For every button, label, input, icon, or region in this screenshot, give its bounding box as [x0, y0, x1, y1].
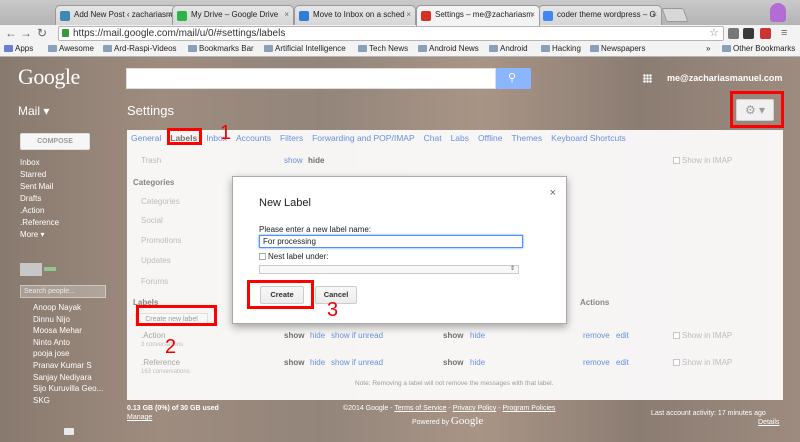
browser-tab[interactable]: Move to Inbox on a sched × — [294, 5, 416, 25]
annotation-box-create-label — [136, 305, 217, 326]
browser-tab-active[interactable]: Settings – me@zachariasm × — [416, 5, 540, 26]
close-tab-icon[interactable]: × — [652, 10, 657, 19]
nest-label-checkbox[interactable] — [259, 253, 266, 260]
bookmark-item[interactable]: Bookmarks Bar — [188, 44, 254, 53]
bookmark-item[interactable]: Android News — [418, 44, 479, 53]
close-tab-icon[interactable]: × — [530, 10, 535, 19]
extension-icon[interactable] — [760, 28, 771, 39]
bookmarks-overflow[interactable]: » — [706, 44, 710, 53]
annotation-box-create-button — [247, 280, 314, 309]
label-name-prompt: Please enter a new label name: — [259, 225, 372, 234]
arrow-icon — [299, 11, 309, 21]
gmail-icon — [421, 11, 431, 21]
annotation-number: 1 — [220, 122, 232, 144]
browser-tab-strip: Add New Post ‹ zachariasm × My Drive – Go… — [0, 0, 800, 26]
bookmark-item[interactable]: Awesome — [48, 44, 94, 53]
browser-tab[interactable]: Add New Post ‹ zachariasm × — [55, 5, 177, 25]
dialog-title: New Label — [259, 197, 311, 209]
bookmark-item[interactable]: Newspapers — [590, 44, 645, 53]
star-icon[interactable]: ☆ — [709, 27, 719, 40]
new-tab-button[interactable] — [661, 8, 689, 22]
annotation-number: 2 — [165, 336, 177, 358]
back-arrow-icon[interactable]: ← — [5, 26, 17, 40]
folder-icon — [358, 45, 367, 52]
wordpress-icon — [60, 11, 70, 21]
folder-icon — [489, 45, 498, 52]
drive-icon — [177, 11, 187, 21]
profile-icon[interactable] — [770, 3, 786, 22]
bookmark-item[interactable]: Ard-Raspi-Videos — [103, 44, 177, 53]
screen: Add New Post ‹ zachariasm × My Drive – Go… — [0, 0, 800, 442]
annotation-box-gear — [730, 91, 784, 128]
extension-icon[interactable] — [743, 28, 754, 39]
menu-icon[interactable]: ≡ — [781, 26, 787, 40]
chevron-updown-icon: ⇕ — [509, 266, 515, 272]
browser-toolbar: ← → ↻ https://mail.google.com/mail/u/0/#… — [0, 25, 800, 42]
bookmark-item[interactable]: Artificial Intelligence — [264, 44, 346, 53]
bookmark-item[interactable]: Android — [489, 44, 528, 53]
close-tab-icon[interactable]: × — [284, 10, 289, 19]
folder-icon — [48, 45, 57, 52]
folder-icon — [103, 45, 112, 52]
close-icon[interactable]: × — [550, 187, 556, 199]
lock-icon — [62, 29, 69, 37]
parent-label-select[interactable]: ⇕ — [259, 265, 519, 274]
google-icon — [543, 11, 553, 21]
bookmark-item[interactable]: Tech News — [358, 44, 408, 53]
annotation-number: 3 — [327, 299, 339, 321]
folder-icon — [722, 45, 731, 52]
folder-icon — [590, 45, 599, 52]
bookmarks-bar: Apps Awesome Ard-Raspi-Videos Bookmarks … — [0, 42, 800, 57]
folder-icon — [541, 45, 550, 52]
folder-icon — [188, 45, 197, 52]
bookmark-item[interactable]: Apps — [4, 44, 33, 53]
close-tab-icon[interactable]: × — [406, 10, 411, 19]
bookmark-item[interactable]: Other Bookmarks — [722, 44, 795, 53]
annotation-box-labels-tab — [167, 128, 202, 145]
reload-icon[interactable]: ↻ — [37, 26, 47, 40]
extension-icon[interactable] — [728, 28, 739, 39]
bookmark-item[interactable]: Hacking — [541, 44, 581, 53]
nest-label-option[interactable]: Nest label under: — [259, 252, 328, 261]
browser-tab[interactable]: coder theme wordpress – G × — [538, 5, 662, 25]
apps-icon — [4, 45, 13, 52]
folder-icon — [418, 45, 427, 52]
forward-arrow-icon[interactable]: → — [20, 26, 32, 40]
folder-icon — [264, 45, 273, 52]
browser-tab[interactable]: My Drive – Google Drive × — [172, 5, 294, 25]
label-name-input[interactable] — [259, 235, 523, 248]
address-bar[interactable]: https://mail.google.com/mail/u/0/#settin… — [58, 26, 724, 41]
